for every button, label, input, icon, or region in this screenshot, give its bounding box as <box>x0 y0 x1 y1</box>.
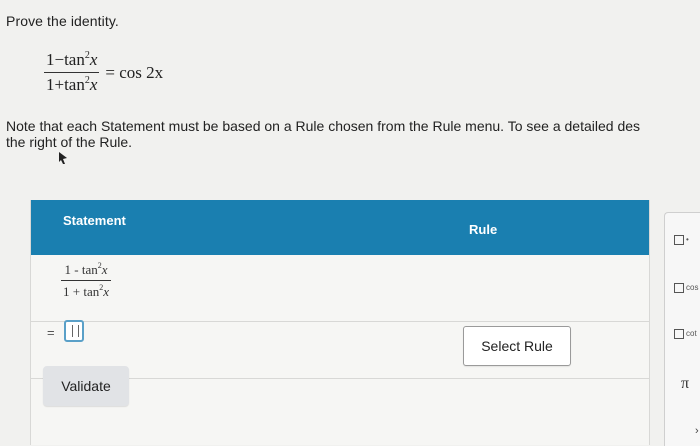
text-caret-icon <box>72 325 79 337</box>
row-denominator: 1 + tan <box>63 284 100 299</box>
prompt-text: Prove the identity. <box>6 13 119 29</box>
header-rule: Rule <box>469 222 498 237</box>
row-numerator: 1 - tan <box>64 262 98 277</box>
side-item-label: cos <box>686 283 699 293</box>
chevron-right-icon[interactable]: › <box>695 425 699 437</box>
statement-input[interactable] <box>64 320 84 342</box>
checkbox-icon <box>674 283 684 293</box>
identity-denominator: 1+tan <box>46 75 85 94</box>
select-rule-button[interactable]: Select Rule <box>463 326 571 366</box>
side-item-label: • <box>686 235 689 245</box>
note-line-2: the right of the Rule. <box>6 134 133 150</box>
note-line-1: Note that each Statement must be based o… <box>6 118 641 134</box>
statement-fraction: 1 - tan2x 1 + tan2x <box>61 261 111 300</box>
header-statement: Statement <box>63 213 126 228</box>
proof-table: Statement Rule 1 - tan2x 1 + tan2x = Sel… <box>30 200 650 445</box>
identity-var: x <box>89 75 98 94</box>
table-row: 1 - tan2x 1 + tan2x <box>31 255 649 322</box>
side-item-bullet[interactable]: • <box>674 235 689 245</box>
checkbox-icon <box>674 235 684 245</box>
instruction-note: Note that each Statement must be based o… <box>6 118 700 150</box>
pi-button[interactable]: π <box>681 375 689 393</box>
side-toolbar: • cos cot π › <box>664 212 700 446</box>
identity-rhs: = cos 2x <box>105 62 164 82</box>
mouse-cursor-icon <box>59 152 67 164</box>
side-item-cot[interactable]: cot <box>674 329 697 339</box>
side-item-label: cot <box>686 329 697 339</box>
identity-numerator: 1−tan <box>46 50 85 69</box>
identity-equation: 1−tan2x 1+tan2x = cos 2x <box>44 50 163 95</box>
side-item-cos[interactable]: cos <box>674 283 698 293</box>
table-header: Statement Rule <box>31 200 649 255</box>
row-var: x <box>103 284 109 299</box>
identity-var: x <box>89 50 98 69</box>
row-var: x <box>101 262 108 277</box>
checkbox-icon <box>674 329 684 339</box>
validate-button[interactable]: Validate <box>43 366 129 406</box>
equals-sign: = <box>47 325 55 340</box>
